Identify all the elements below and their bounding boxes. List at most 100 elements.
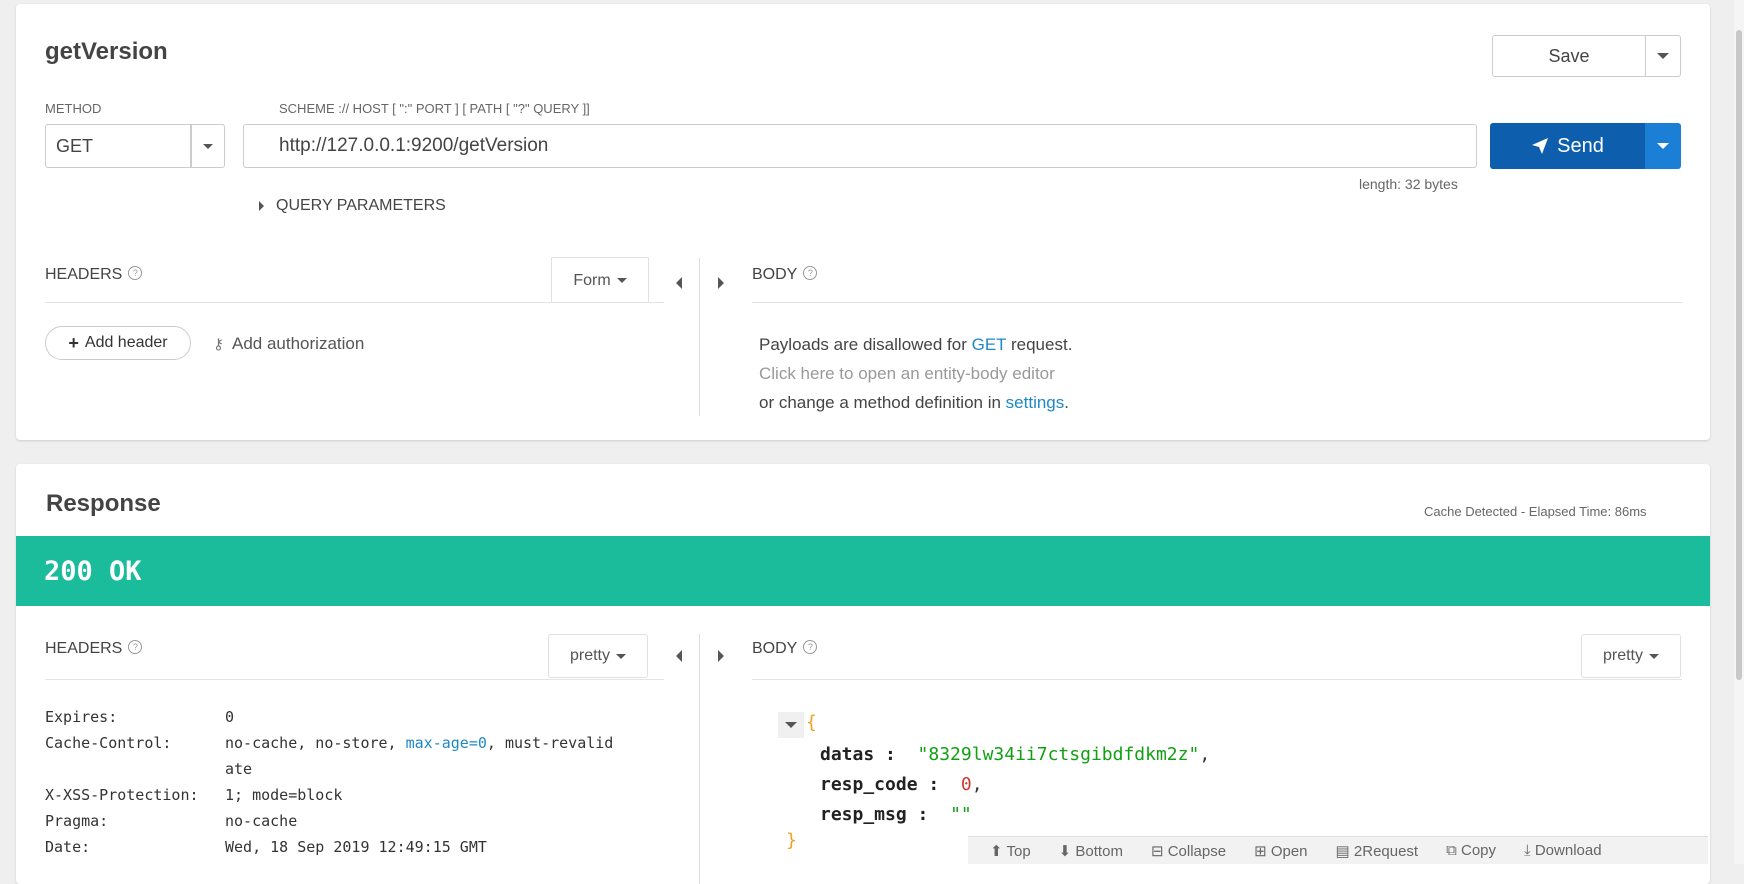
header-value: no-cache, no-store, max-age=0, must-reva…	[225, 730, 613, 756]
status-text: 200 OK	[44, 556, 142, 587]
header-name: Date:	[45, 838, 91, 856]
download-icon: ⤓	[1524, 842, 1531, 859]
body-msg-prefix: Payloads are disallowed for	[759, 335, 972, 354]
request-title: getVersion	[45, 38, 168, 65]
chevron-down-icon	[1657, 143, 1669, 149]
chevron-down-icon	[1656, 53, 1669, 59]
request-body-label: BODY	[752, 266, 798, 283]
url-input[interactable]: http://127.0.0.1:9200/getVersion	[243, 124, 1477, 168]
open-entity-body-editor-link[interactable]: Click here to open an entity-body editor	[759, 359, 1072, 388]
response-body-heading: BODY?	[752, 640, 818, 658]
help-icon: ?	[803, 640, 818, 654]
json-row: datas : "8329lw34ii7ctsgibdfdkm2z",	[820, 740, 1210, 770]
request-panel: getVersion Save METHOD SCHEME :// HOST […	[16, 4, 1710, 440]
help-icon: ?	[803, 266, 818, 280]
save-button[interactable]: Save	[1492, 35, 1646, 77]
send-label: Send	[1557, 134, 1604, 157]
send-dropdown-button[interactable]	[1645, 123, 1681, 169]
response-body-mode-select[interactable]: pretty	[1581, 634, 1681, 678]
toolbar-to-request-label: 2Request	[1353, 842, 1419, 860]
request-headers-heading: HEADERS?	[45, 266, 143, 284]
header-value: Wed, 18 Sep 2019 12:49:15 GMT	[225, 838, 487, 856]
cache-elapsed-text: Cache Detected - Elapsed Time: 86ms	[1424, 504, 1647, 519]
body-msg-suffix: request.	[1006, 335, 1073, 354]
response-panel: Response Cache Detected - Elapsed Time: …	[16, 464, 1710, 884]
response-headers-label: HEADERS	[45, 640, 123, 657]
request-headers-label: HEADERS	[45, 266, 123, 283]
header-row: Cache-Control: no-cache, no-store, max-ag…	[45, 730, 613, 756]
toolbar-bottom-label: Bottom	[1075, 842, 1123, 860]
json-open-brace: {	[806, 712, 817, 733]
caret-right-icon	[259, 201, 264, 211]
arrow-up-circle-icon: ⬆	[990, 842, 1003, 860]
toolbar-open-label: Open	[1270, 842, 1308, 860]
plus-square-icon: ⊞	[1254, 842, 1267, 860]
header-row: X-XSS-Protection: 1; mode=block	[45, 782, 613, 808]
header-value-link[interactable]: max-age=0	[406, 734, 487, 752]
header-value: 0	[225, 708, 235, 726]
json-key: resp_msg	[820, 804, 907, 825]
json-value-number: 0	[960, 774, 972, 795]
add-header-button[interactable]: + Add header	[45, 326, 191, 360]
expand-right-button[interactable]	[714, 276, 728, 290]
headers-form-select[interactable]: Form	[551, 257, 649, 303]
json-value-string: ""	[950, 804, 972, 825]
scrollbar-track[interactable]	[1734, 0, 1744, 864]
url-length: length: 32 bytes	[1359, 176, 1458, 192]
collapse-left-button[interactable]	[672, 276, 686, 290]
status-bar: 200 OK	[16, 536, 1710, 606]
method-dropdown-button[interactable]	[191, 124, 225, 168]
request-body-heading: BODY?	[752, 266, 818, 284]
chevron-down-icon	[1649, 653, 1659, 659]
header-row: Date: Wed, 18 Sep 2019 12:49:15 GMT	[45, 834, 613, 860]
headers-mode-label: pretty	[569, 647, 610, 664]
toolbar-copy-button[interactable]: ⧉ Copy	[1446, 842, 1496, 859]
query-parameters-toggle[interactable]: QUERY PARAMETERS	[259, 197, 446, 215]
send-icon	[1532, 138, 1549, 154]
toolbar-collapse-label: Collapse	[1167, 842, 1227, 860]
body-disallowed-message: Payloads are disallowed for GET request.…	[759, 330, 1072, 417]
add-authorization-label: Add authorization	[232, 334, 365, 353]
send-button[interactable]: Send	[1490, 123, 1645, 169]
header-name: Cache-Control:	[45, 734, 172, 752]
json-collapse-toggle[interactable]	[778, 712, 804, 738]
method-select[interactable]: GET	[45, 124, 191, 168]
url-label: SCHEME :// HOST [ ":" PORT ] [ PATH [ "?…	[279, 101, 590, 116]
response-collapse-left-button[interactable]	[672, 649, 686, 663]
json-row: resp_msg : ""	[820, 800, 1210, 830]
response-headers-mode-select[interactable]: pretty	[548, 634, 648, 678]
json-value-string: "8329lw34ii7ctsgibdfdkm2z"	[917, 744, 1200, 765]
json-comma: ,	[971, 774, 983, 795]
toolbar-download-button[interactable]: ⤓ Download	[1524, 842, 1602, 859]
json-close-brace: }	[786, 830, 797, 851]
toolbar-open-button[interactable]: ⊞ Open	[1254, 842, 1307, 860]
header-value: ate	[225, 760, 253, 778]
header-value-part: , must-revalid	[486, 734, 614, 752]
response-expand-right-button[interactable]	[714, 649, 728, 663]
caret-right-icon	[718, 650, 724, 662]
scrollbar-thumb[interactable]	[1736, 30, 1742, 680]
file-icon: ▤	[1335, 842, 1350, 860]
settings-link[interactable]: settings	[1006, 393, 1065, 412]
add-authorization-link[interactable]: ⚷ Add authorization	[213, 334, 364, 354]
header-name: Pragma:	[45, 812, 109, 830]
query-parameters-label: QUERY PARAMETERS	[276, 197, 446, 214]
form-label: Form	[573, 271, 611, 289]
body-msg-change: or change a method definition in	[759, 393, 1006, 412]
json-sep: :	[917, 774, 951, 795]
response-headers-list: Expires: 0 Cache-Control: no-cache, no-sto…	[45, 704, 613, 860]
toolbar-to-request-button[interactable]: ▤ 2Request	[1336, 842, 1419, 860]
body-msg-dot: .	[1064, 393, 1069, 412]
caret-left-icon	[676, 277, 682, 289]
header-row-continuation: ate	[45, 756, 613, 782]
json-key: resp_code	[820, 774, 918, 795]
save-dropdown-button[interactable]	[1645, 35, 1681, 77]
copy-icon: ⧉	[1446, 842, 1457, 859]
chevron-down-icon	[203, 143, 213, 149]
toolbar-top-button[interactable]: ⬆ Top	[990, 842, 1031, 860]
toolbar-top-label: Top	[1006, 842, 1031, 860]
body-msg-method: GET	[971, 335, 1007, 354]
toolbar-collapse-button[interactable]: ⊟ Collapse	[1151, 842, 1226, 860]
toolbar-bottom-button[interactable]: ⬇ Bottom	[1059, 842, 1123, 860]
json-body: datas : "8329lw34ii7ctsgibdfdkm2z", resp…	[820, 740, 1210, 830]
